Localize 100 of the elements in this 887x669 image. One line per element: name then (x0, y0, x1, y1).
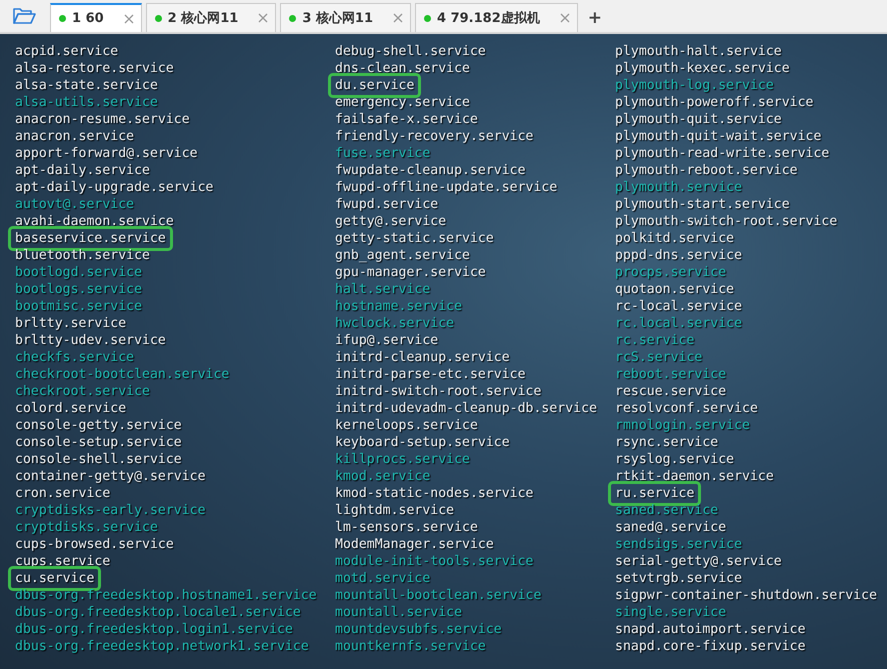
service-file-name: hwclock.service (335, 315, 454, 332)
tab-label: 3 核心网11 (302, 10, 374, 27)
service-file-name: plymouth-quit-wait.service (615, 128, 822, 145)
service-file-name: rsyslog.service (615, 451, 734, 468)
service-file-name: cryptdisks-early.service (15, 502, 206, 519)
service-file-name: initrd-switch-root.service (335, 383, 542, 400)
service-file-name: console-shell.service (15, 451, 182, 468)
service-file-name: rc.local.service (615, 315, 742, 332)
service-file-name: plymouth.service (615, 179, 742, 196)
session-tab[interactable]: 2 核心网11 (146, 3, 276, 32)
service-file-name: lightdm.service (335, 502, 454, 519)
service-file-name: acpid.service (15, 43, 118, 60)
service-file-name: snapd.autoimport.service (615, 621, 806, 638)
service-file-name: plymouth-kexec.service (615, 60, 790, 77)
service-file-name: mountall-bootclean.service (335, 587, 542, 604)
service-file-name: alsa-utils.service (15, 94, 158, 111)
service-file-name: bootmisc.service (15, 298, 142, 315)
service-file-name: mountall.service (335, 604, 462, 621)
service-file-name: fwupdate-cleanup.service (335, 162, 526, 179)
session-tab[interactable]: 3 核心网11 (280, 3, 412, 32)
service-file-name: rescue.service (615, 383, 726, 400)
service-file-name: apt-daily-upgrade.service (15, 179, 214, 196)
service-file-name: alsa-state.service (15, 77, 158, 94)
service-file-name: plymouth-poweroff.service (615, 94, 814, 111)
service-file-name: killprocs.service (335, 451, 470, 468)
service-file-name: friendly-recovery.service (335, 128, 534, 145)
service-file-name: fwupd-offline-update.service (335, 179, 558, 196)
service-file-name: cron.service (15, 485, 110, 502)
service-file-name: snapd.core-fixup.service (615, 638, 806, 655)
service-file-name: quotaon.service (615, 281, 734, 298)
service-file-name: du.service (328, 73, 422, 98)
service-file-name: debug-shell.service (335, 43, 486, 60)
service-file-name: initrd-udevadm-cleanup-db.service (335, 400, 598, 417)
service-file-name: polkitd.service (615, 230, 734, 247)
service-file-name: rc-local.service (615, 298, 742, 315)
service-file-name: motd.service (335, 570, 430, 587)
service-file-name: kerneloops.service (335, 417, 478, 434)
service-file-name: anacron-resume.service (15, 111, 190, 128)
service-file-name: bootlogs.service (15, 281, 142, 298)
service-file-name: mountkernfs.service (335, 638, 486, 655)
service-file-name: sigpwr-container-shutdown.service (615, 587, 878, 604)
service-file-name: dbus-org.freedesktop.login1.service (15, 621, 293, 638)
service-file-name: saned@.service (615, 519, 726, 536)
service-file-name: procps.service (615, 264, 726, 281)
service-file-name: plymouth-start.service (615, 196, 790, 213)
service-file-name: fwupd.service (335, 196, 438, 213)
open-folder-icon[interactable] (12, 6, 36, 26)
service-file-name: plymouth-quit.service (615, 111, 782, 128)
service-file-name: keyboard-setup.service (335, 434, 510, 451)
service-file-name: console-setup.service (15, 434, 182, 451)
service-file-name: reboot.service (615, 366, 726, 383)
service-file-name: checkfs.service (15, 349, 134, 366)
service-file-name: dbus-org.freedesktop.locale1.service (15, 604, 301, 621)
new-tab-button[interactable]: + (582, 3, 608, 32)
service-file-name: plymouth-log.service (615, 77, 774, 94)
service-file-name: halt.service (335, 281, 430, 298)
service-file-name: plymouth-switch-root.service (615, 213, 838, 230)
service-file-name: alsa-restore.service (15, 60, 174, 77)
service-file-name: gnb_agent.service (335, 247, 470, 264)
service-file-name: container-getty@.service (15, 468, 206, 485)
close-icon[interactable] (393, 13, 404, 23)
service-file-name: checkroot-bootclean.service (15, 366, 230, 383)
service-file-name: colord.service (15, 400, 126, 417)
service-file-name: getty@.service (335, 213, 446, 230)
session-tab[interactable]: 1 60 (50, 3, 142, 32)
service-file-name: cups-browsed.service (15, 536, 174, 553)
service-file-name: rmnologin.service (615, 417, 750, 434)
tab-label: 2 核心网11 (168, 10, 238, 27)
service-file-name: autovt@.service (15, 196, 134, 213)
service-file-name: brltty.service (15, 315, 126, 332)
service-file-name: mountdevsubfs.service (335, 621, 502, 638)
service-file-name: plymouth-halt.service (615, 43, 782, 60)
service-file-name: lm-sensors.service (335, 519, 478, 536)
service-file-name: rcS.service (615, 349, 702, 366)
tab-label: 1 60 (72, 11, 104, 26)
service-file-name: setvtrgb.service (615, 570, 742, 587)
service-file-name: failsafe-x.service (335, 111, 478, 128)
service-file-name: initrd-cleanup.service (335, 349, 510, 366)
service-file-name: initrd-parse-etc.service (335, 366, 526, 383)
close-icon[interactable] (124, 14, 134, 24)
service-file-name: getty-static.service (335, 230, 494, 247)
service-file-name: sendsigs.service (615, 536, 742, 553)
service-file-name: fuse.service (335, 145, 430, 162)
service-file-name: bootlogd.service (15, 264, 142, 281)
service-file-name: apport-forward@.service (15, 145, 198, 162)
service-file-name: plymouth-reboot.service (615, 162, 798, 179)
service-file-name: serial-getty@.service (615, 553, 782, 570)
service-file-name: console-getty.service (15, 417, 182, 434)
service-file-name: brltty-udev.service (15, 332, 166, 349)
tab-label: 4 79.182虚拟机 (437, 10, 540, 27)
close-icon[interactable] (560, 13, 570, 23)
service-file-name: kmod-static-nodes.service (335, 485, 534, 502)
service-file-name: rsync.service (615, 434, 718, 451)
service-file-name: resolvconf.service (615, 400, 758, 417)
close-icon[interactable] (258, 13, 268, 23)
service-file-name: cryptdisks.service (15, 519, 158, 536)
service-file-name: rc.service (615, 332, 694, 349)
session-tab[interactable]: 4 79.182虚拟机 (415, 3, 578, 32)
service-file-name: single.service (615, 604, 726, 621)
service-file-name: hostname.service (335, 298, 462, 315)
